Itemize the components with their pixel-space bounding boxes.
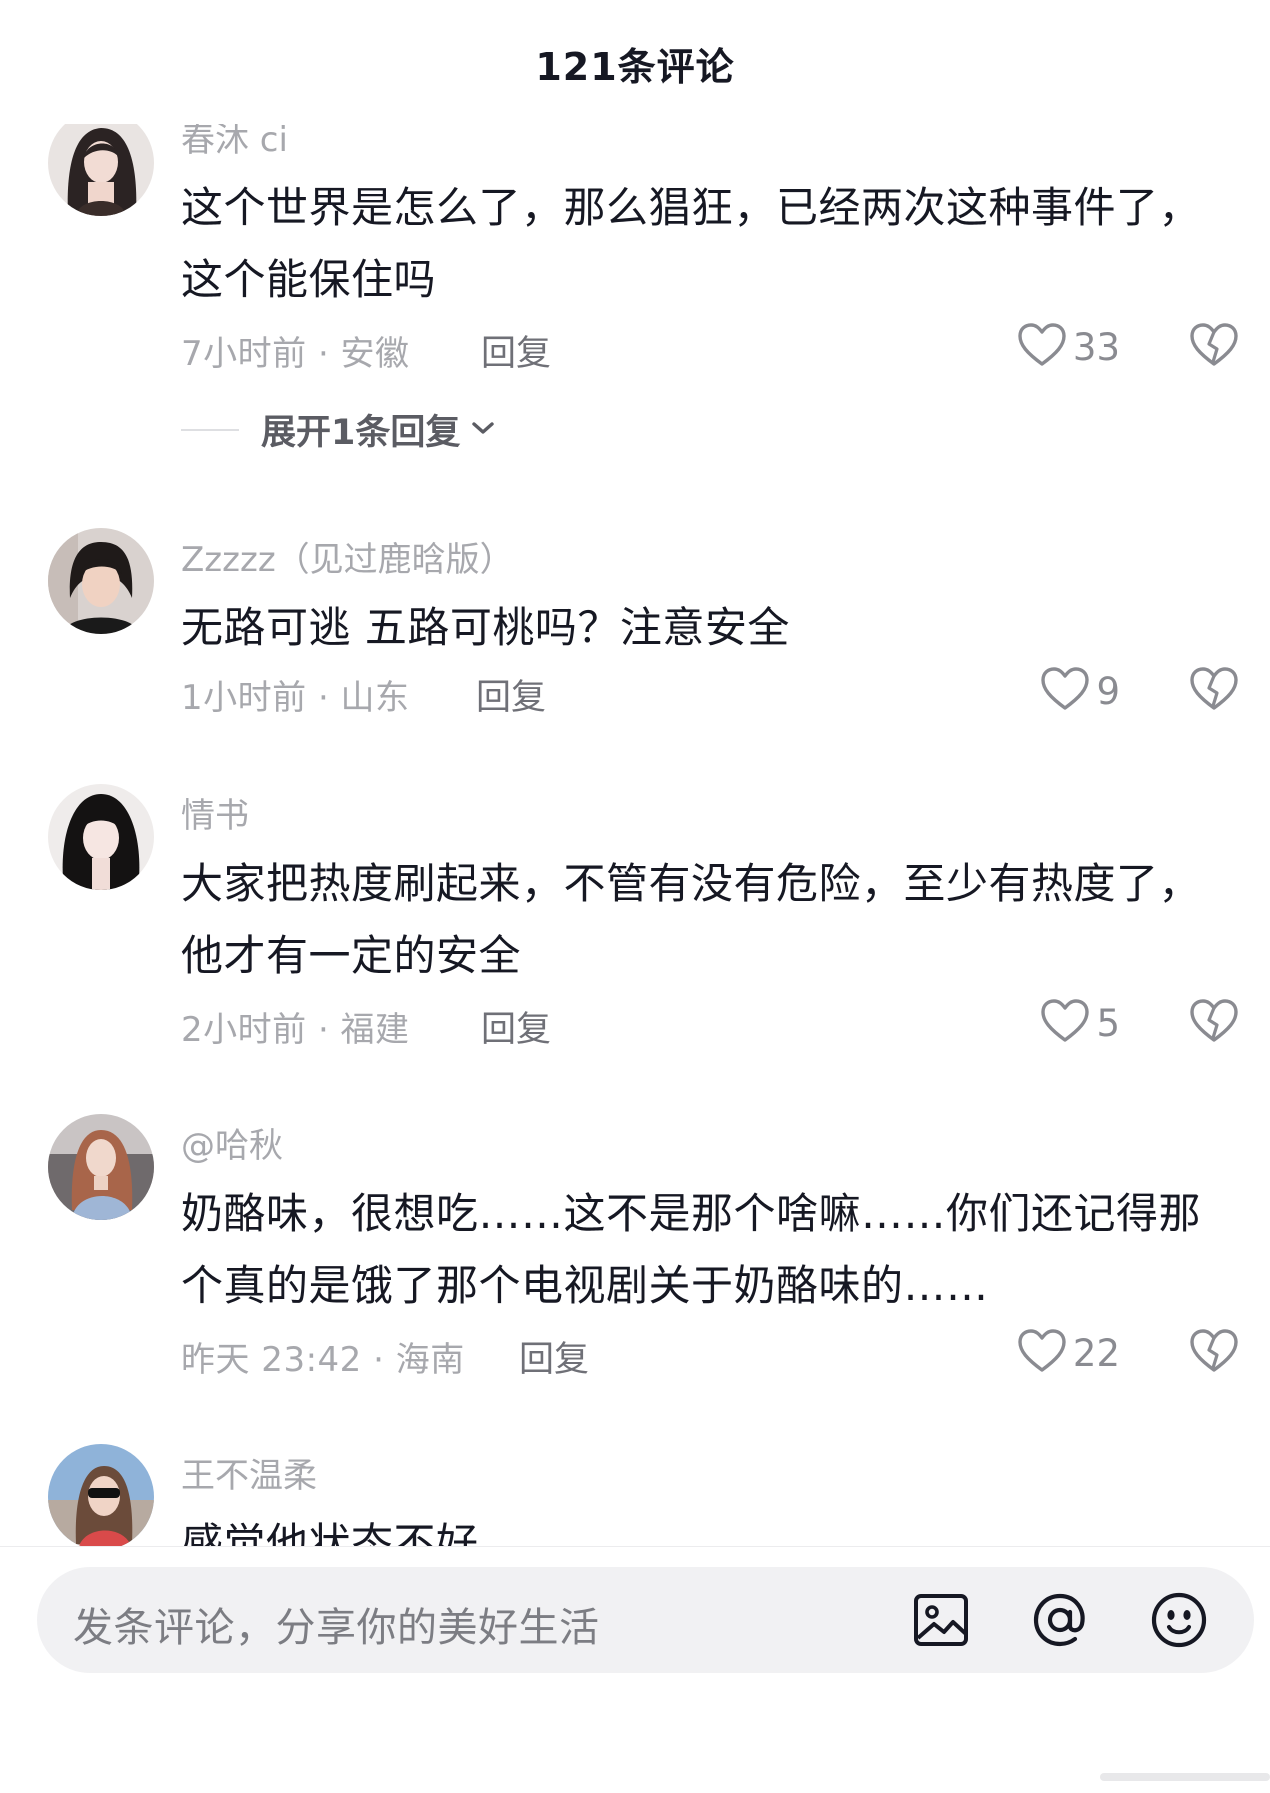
heart-outline-icon: [1017, 322, 1067, 372]
smiley-icon[interactable]: [1149, 1590, 1209, 1650]
reply-button[interactable]: 回复: [481, 1001, 551, 1052]
avatar[interactable]: [48, 784, 154, 890]
comment-username[interactable]: 情书: [181, 788, 249, 837]
at-sign-icon[interactable]: [1030, 1590, 1090, 1650]
comment-username[interactable]: 王不温柔: [181, 1448, 317, 1497]
comment-input[interactable]: 发条评论，分享你的美好生活: [37, 1567, 1254, 1673]
comment-text[interactable]: 感觉他状态不好: [181, 1508, 1231, 1546]
comment-meta: 昨天 23:42 · 海南: [181, 1340, 465, 1380]
chevron-down-icon: [468, 416, 498, 444]
like-button[interactable]: 9: [1040, 666, 1120, 716]
comment-composer: 发条评论，分享你的美好生活: [0, 1547, 1270, 1793]
image-icon[interactable]: [911, 1590, 971, 1650]
avatar[interactable]: [48, 528, 154, 634]
heart-outline-icon: [1040, 998, 1090, 1048]
like-count: 22: [1072, 1331, 1120, 1375]
comment-count-title: 121条评论: [535, 45, 735, 89]
broken-heart-icon: [1189, 999, 1239, 1048]
like-count: 5: [1096, 1001, 1120, 1045]
comment-meta: 1小时前 · 山东: [181, 678, 410, 718]
avatar[interactable]: [48, 124, 154, 216]
broken-heart-icon: [1189, 323, 1239, 372]
dislike-button[interactable]: [1189, 1328, 1239, 1378]
expand-replies-label: 展开1条回复: [261, 413, 461, 453]
heart-outline-icon: [1017, 1328, 1067, 1378]
like-count: 33: [1072, 325, 1120, 369]
dislike-button[interactable]: [1189, 998, 1239, 1048]
divider: [181, 428, 239, 431]
like-count: 9: [1096, 669, 1120, 713]
expand-replies-button[interactable]: 展开1条回复: [181, 404, 498, 455]
comment-input-placeholder: 发条评论，分享你的美好生活: [73, 1605, 600, 1651]
like-button[interactable]: 33: [1017, 322, 1120, 372]
avatar[interactable]: [48, 1444, 154, 1546]
reply-button[interactable]: 回复: [481, 325, 551, 376]
dislike-button[interactable]: [1189, 666, 1239, 716]
like-button[interactable]: 5: [1040, 998, 1120, 1048]
comment-username[interactable]: @哈秋: [181, 1118, 283, 1167]
broken-heart-icon: [1189, 667, 1239, 716]
home-indicator: [1100, 1773, 1270, 1781]
reply-button[interactable]: 回复: [476, 669, 546, 720]
reply-button[interactable]: 回复: [519, 1331, 589, 1382]
heart-outline-icon: [1040, 666, 1090, 716]
avatar[interactable]: [48, 1114, 154, 1220]
comment-list[interactable]: 春沐 ci 这个世界是怎么了，那么猖狂，已经两次这种事件了，这个能保住吗 7小时…: [0, 124, 1270, 1546]
comment-username[interactable]: Zzzzz（见过鹿晗版）: [181, 532, 514, 581]
dislike-button[interactable]: [1189, 322, 1239, 372]
comment-text[interactable]: 这个世界是怎么了，那么猖狂，已经两次这种事件了，这个能保住吗: [181, 172, 1231, 316]
comment-username[interactable]: 春沐 ci: [181, 124, 288, 161]
like-button[interactable]: 22: [1017, 1328, 1120, 1378]
comments-header: 121条评论: [0, 0, 1270, 124]
broken-heart-icon: [1189, 1329, 1239, 1378]
comment-text[interactable]: 大家把热度刷起来，不管有没有危险，至少有热度了，他才有一定的安全: [181, 848, 1231, 992]
comment-text[interactable]: 无路可逃 五路可桃吗？注意安全: [181, 592, 1231, 664]
comment-meta: 2小时前 · 福建: [181, 1010, 410, 1050]
comment-text[interactable]: 奶酪味，很想吃……这不是那个啥嘛……你们还记得那个真的是饿了那个电视剧关于奶酪味…: [181, 1178, 1231, 1322]
comment-meta: 7小时前 · 安徽: [181, 334, 410, 374]
